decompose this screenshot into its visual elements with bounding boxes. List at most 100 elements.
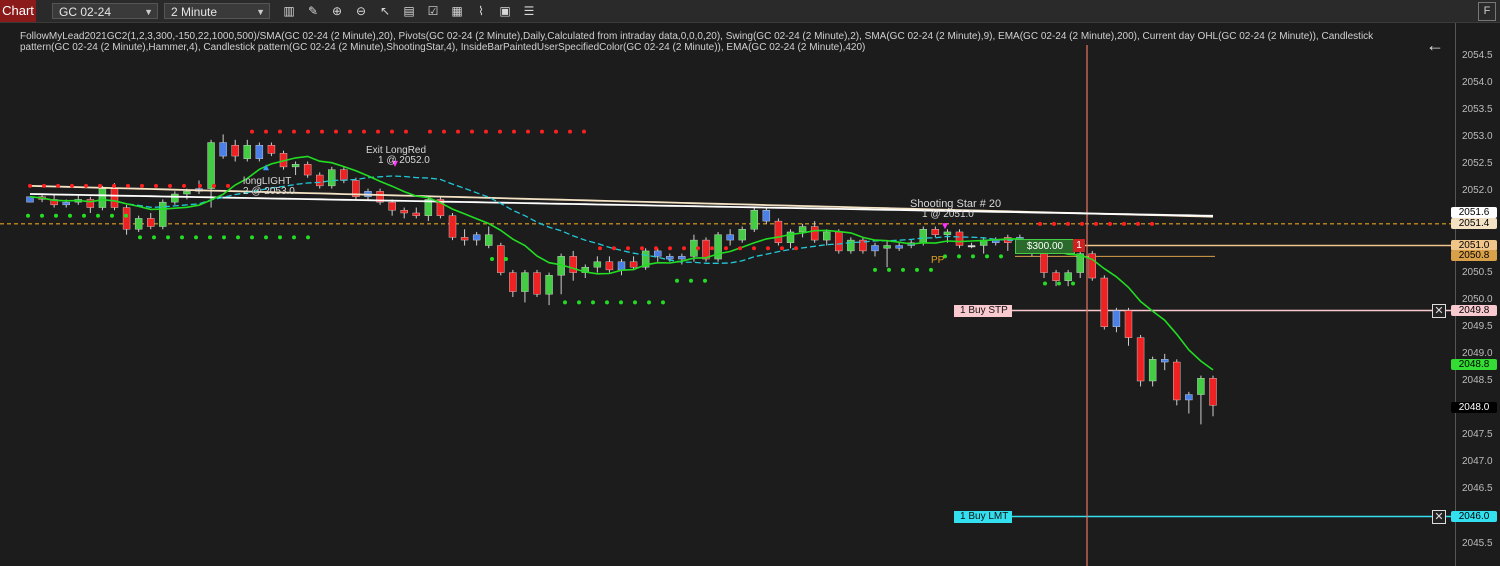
candle-body — [1185, 394, 1193, 401]
swing-low-dot — [873, 267, 877, 272]
bar-type-icon[interactable]: ▥ — [280, 3, 298, 19]
swing-low-dot — [504, 257, 508, 262]
candle-body — [340, 169, 348, 181]
candle-body — [883, 245, 891, 249]
candle-body — [291, 163, 300, 168]
swing-high-dot — [498, 129, 502, 134]
back-arrow-icon[interactable]: ← — [1426, 35, 1444, 56]
swing-high-dot — [724, 246, 728, 251]
swing-high-dot — [112, 183, 116, 188]
chart-tab[interactable]: Chart — [0, 0, 36, 22]
price-tick-label: 2049.5 — [1462, 320, 1493, 332]
candle-body — [1173, 361, 1181, 401]
cursor-icon[interactable]: ↖ — [376, 3, 394, 19]
cancel-order-icon[interactable]: ✕ — [1432, 303, 1446, 318]
cancel-order-icon[interactable]: ✕ — [1432, 509, 1446, 524]
swing-high-dot — [540, 129, 544, 134]
candle-body — [328, 169, 336, 187]
swing-high-dot — [126, 183, 130, 188]
swing-high-dot — [738, 246, 742, 251]
candle-body — [967, 245, 976, 248]
flag-button[interactable]: F — [1478, 2, 1496, 21]
chart-toolbar: Chart GC 02-24 ▼ 2 Minute ▼ ▥ ✎ ⊕ ⊖ ↖ ▤ … — [0, 0, 1500, 23]
candle-body — [509, 272, 517, 292]
price-tick-label: 2050.5 — [1462, 266, 1493, 278]
swing-high-dot — [404, 129, 408, 134]
swing-low-dot — [264, 235, 268, 240]
swing-low-dot — [82, 213, 86, 218]
candle-body — [847, 239, 855, 252]
price-tag: 2051.6 — [1451, 206, 1497, 218]
interval-selector[interactable]: 2 Minute ▼ — [164, 3, 270, 19]
swing-high-dot — [250, 129, 254, 134]
buy-stop-order-label[interactable]: 1 Buy STP — [954, 304, 1012, 317]
candle-body — [316, 174, 324, 187]
swing-high-dot — [98, 183, 102, 188]
swing-low-dot — [1057, 281, 1061, 286]
swing-low-dot — [292, 235, 296, 240]
swing-low-dot — [633, 300, 637, 305]
price-tick-label: 2054.0 — [1462, 76, 1493, 88]
candle-body — [593, 261, 602, 268]
candle-body — [183, 191, 191, 195]
candle-body — [835, 231, 843, 252]
candle-body — [460, 237, 469, 241]
candle-body — [943, 231, 952, 235]
strategy-icon[interactable]: ▦ — [448, 3, 466, 19]
price-tick-label: 2053.0 — [1462, 131, 1493, 143]
position-pnl[interactable]: $300.00 — [1015, 238, 1075, 254]
price-tick-label: 2052.5 — [1462, 158, 1493, 170]
candle-body — [617, 261, 626, 271]
swing-high-dot — [1066, 221, 1070, 226]
candle-body — [1197, 378, 1205, 395]
swing-high-dot — [752, 246, 756, 251]
price-tag: 2050.8 — [1451, 250, 1497, 262]
swing-low-dot — [490, 257, 494, 262]
instrument-selector[interactable]: GC 02-24 ▼ — [52, 3, 158, 19]
data-box-icon[interactable]: ▤ — [400, 3, 418, 19]
swing-low-dot — [54, 213, 58, 218]
candle-body — [1136, 337, 1145, 382]
template-icon[interactable]: ▣ — [496, 3, 514, 19]
swing-high-dot — [334, 129, 338, 134]
buy-limit-order-label[interactable]: 1 Buy LMT — [954, 510, 1012, 523]
show-trades-icon[interactable]: ☰ — [520, 3, 538, 19]
price-tick-label: 2047.0 — [1462, 456, 1493, 468]
ema-200-line — [29, 193, 1214, 217]
indicator-icon[interactable]: ⌇ — [472, 3, 490, 19]
instrument-value: GC 02-24 — [59, 5, 112, 19]
swing-low-dot — [40, 213, 44, 218]
swing-high-dot — [654, 246, 658, 251]
swing-high-dot — [484, 129, 488, 134]
sell-arrow-icon — [942, 223, 948, 230]
swing-high-dot — [598, 246, 602, 251]
shooting-star-label: Shooting Star # 20 — [910, 198, 1002, 210]
swing-high-dot — [168, 183, 172, 188]
swing-high-dot — [696, 246, 700, 251]
zoom-out-icon[interactable]: ⊖ — [352, 3, 370, 19]
zoom-in-icon[interactable]: ⊕ — [328, 3, 346, 19]
draw-icon[interactable]: ✎ — [304, 3, 322, 19]
swing-low-dot — [563, 300, 567, 305]
candle-body — [895, 245, 903, 249]
swing-high-dot — [442, 129, 446, 134]
position-quantity[interactable]: 1 — [1073, 238, 1085, 252]
swing-low-dot — [180, 235, 184, 240]
swing-high-dot — [264, 129, 268, 134]
swing-high-dot — [582, 129, 586, 134]
swing-high-dot — [362, 129, 366, 134]
swing-low-dot — [887, 267, 891, 272]
swing-high-dot — [320, 129, 324, 134]
price-tag: 2048.0 — [1451, 402, 1497, 414]
swing-high-dot — [226, 183, 230, 188]
properties-icon[interactable]: ☑ — [424, 3, 442, 19]
price-chart[interactable] — [0, 23, 1455, 566]
swing-high-dot — [42, 183, 46, 188]
swing-high-dot — [1136, 221, 1140, 226]
candle-body — [231, 145, 239, 157]
swing-low-dot — [306, 235, 310, 240]
candle-body — [171, 193, 179, 203]
swing-low-dot — [124, 213, 128, 218]
swing-high-dot — [526, 129, 530, 134]
swing-high-dot — [292, 129, 296, 134]
